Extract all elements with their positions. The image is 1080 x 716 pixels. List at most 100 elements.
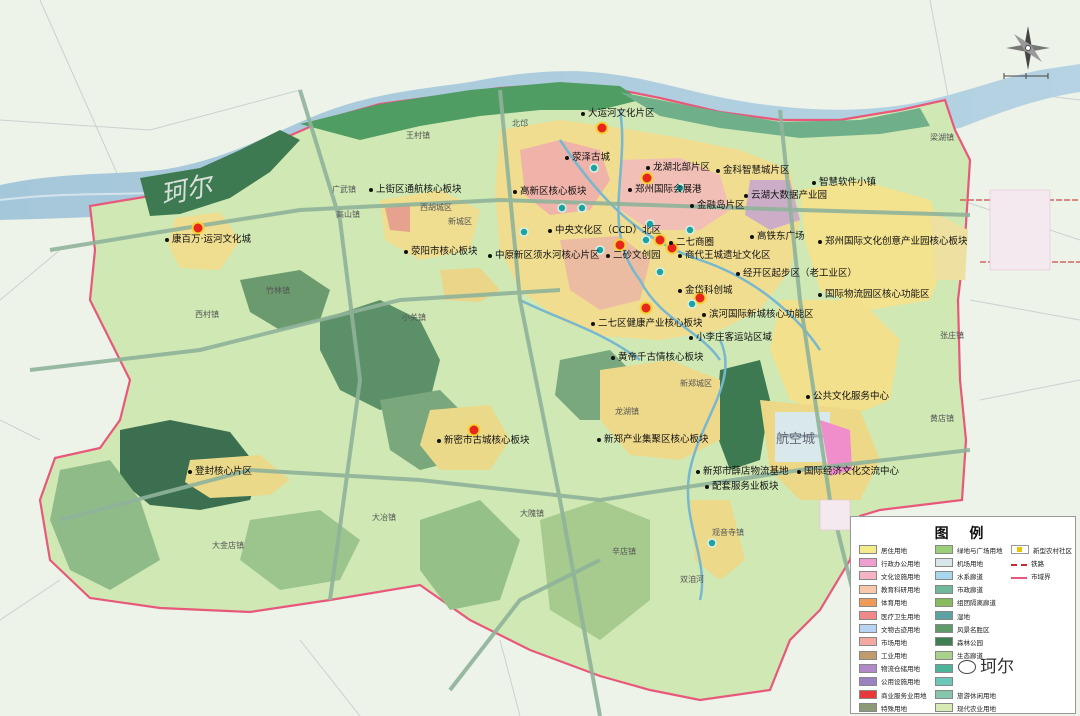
place-dot-icon [744,193,748,198]
legend-label: 组团隔离廊道 [957,599,996,608]
town-label: 观音寺镇 [712,528,744,537]
place-dot-icon [818,239,822,244]
legend-item: 行政办公用地 [859,556,927,569]
place-label: 登封核心片区 [188,466,252,477]
legend-swatch [935,584,953,594]
town-label: 新城区 [448,217,472,226]
place-dot-icon [437,438,441,443]
legend-label: 文化设施用地 [881,572,920,581]
legend-label: 市政廊道 [957,586,983,595]
place-dot-icon [797,469,801,474]
place-name: 国际物流园区核心功能区 [825,289,930,300]
legend-label: 居住用地 [881,546,907,555]
place-name: 国际经济文化交流中心 [804,466,900,477]
place-name: 配套服务业板块 [712,481,779,492]
place-dot-icon [488,253,492,258]
place-dot-icon [678,253,682,258]
place-label: 黄帝千古情核心板块 [611,352,704,363]
legend-swatch [859,571,877,581]
watermark: 珂尔 [958,652,1014,677]
legend-item: 旅游休闲用地 [935,688,1003,701]
place-name: 黄帝千古情核心板块 [618,352,704,363]
project-marker-icon [557,203,567,213]
key-project-marker-icon [613,238,627,252]
place-label: 公共文化服务中心 [806,391,889,402]
place-dot-icon [581,111,585,116]
legend-label: 铁路 [1031,559,1044,568]
place-label: 高铁东广场 [750,231,805,242]
place-name: 二砂文创园 [613,250,661,261]
town-label: 高山镇 [336,210,360,219]
place-name: 中原新区须水河核心片区 [495,250,600,261]
legend-item: 文化设施用地 [859,569,927,582]
place-label: 国际经济文化交流中心 [797,466,899,477]
project-marker-icon [707,538,717,548]
legend-item: 现代农业用地 [935,701,1003,714]
place-dot-icon [591,321,595,326]
legend-label: 工业用地 [881,652,907,661]
legend-item: 体育用地 [859,596,927,609]
place-dot-icon [606,253,610,258]
project-marker-icon [589,163,599,173]
place-dot-icon [597,437,601,442]
legend-label: 文物古迹用地 [881,625,920,634]
place-label: 国际物流园区核心功能区 [818,289,930,300]
legend-item: 教育科研用地 [859,583,927,596]
legend-swatch [935,663,953,673]
key-project-marker-icon [467,423,481,437]
place-name: 大运河文化片区 [588,108,655,119]
place-name: 荥阳市核心板块 [411,246,478,257]
legend-item: 水系廊道 [935,569,1003,582]
town-label: 双洎河 [680,575,704,584]
place-label: 中原新区须水河核心片区 [488,250,600,261]
place-label: 二砂文创园 [606,250,661,261]
legend-item: 工业用地 [859,649,927,662]
legend-label: 绿地与广场用地 [957,546,1003,555]
place-dot-icon [165,237,169,242]
place-name: 金科智慧城片区 [723,165,790,176]
legend-swatch [859,663,877,673]
place-dot-icon [818,292,822,297]
legend-label: 现代农业用地 [957,704,996,713]
legend-label: 商业服务业用地 [881,691,927,700]
place-label: 康百万·运河文化城 [165,234,251,245]
place-dot-icon [369,187,373,192]
place-dot-icon [690,203,694,208]
legend-swatch [935,597,953,607]
town-label: 梁湖镇 [930,133,954,142]
project-marker-icon [641,235,651,245]
legend-label: 医疗卫生用地 [881,612,920,621]
legend-swatch [935,611,953,621]
boundary-symbol-icon [1011,577,1027,580]
legend-swatch [935,624,953,634]
legend-item: 物流仓储用地 [859,662,927,675]
legend-swatch [935,676,953,686]
key-project-marker-icon [640,171,654,185]
town-label: 黄店镇 [930,414,954,423]
legend-item: 铁路 [1011,556,1072,569]
legend-item: 机场用地 [935,556,1003,569]
place-label: 高新区核心板块 [513,186,587,197]
legend-label: 水系廊道 [957,572,983,581]
legend-label: 行政办公用地 [881,559,920,568]
legend-item: 公用设施用地 [859,675,927,688]
place-label: 上街区通航核心板块 [369,184,462,195]
legend-swatch [935,650,953,660]
project-marker-icon [687,299,697,309]
town-label: 西村镇 [195,310,219,319]
town-label: 广武镇 [332,185,356,194]
legend-label: 特殊用地 [881,704,907,713]
place-dot-icon [646,165,650,170]
project-marker-icon [519,227,529,237]
place-name: 公共文化服务中心 [813,391,890,402]
legend-swatch [935,571,953,581]
legend-column-2: 绿地与广场用地 机场用地 水系廊道 市政廊道 组团隔离廊道 湿地 风景名胜区 森林公园 生态廊道… [935,543,1003,714]
rail-symbol-icon [1011,564,1027,567]
legend-label: 旅游休闲用地 [957,691,996,700]
place-dot-icon [548,228,552,233]
place-name: 二七商圈 [676,237,715,248]
legend-label: 森林公园 [957,638,983,647]
place-dot-icon [812,180,816,185]
town-label: 北邙 [512,119,528,128]
legend-item: 文物古迹用地 [859,622,927,635]
